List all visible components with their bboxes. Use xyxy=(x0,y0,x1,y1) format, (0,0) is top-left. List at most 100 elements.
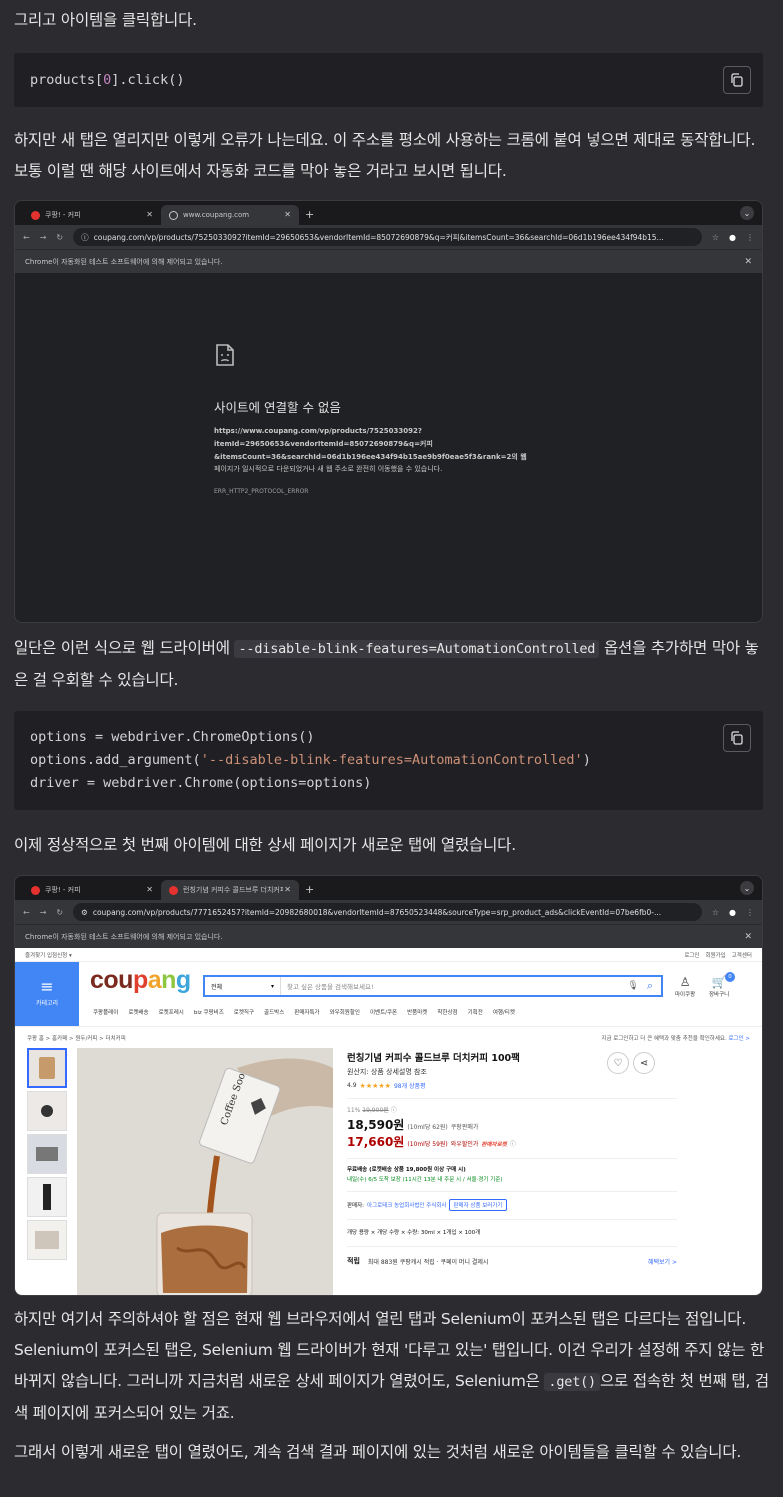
tab-strip: 쿠팡! - 커피 ✕ 런칭기념 커피수 콜드브루 더치커피 ✕ + ⌄ xyxy=(15,876,762,900)
mycoupang-link[interactable]: ♙ 마이쿠팡 xyxy=(675,976,695,998)
utility-left[interactable]: 즐겨찾기 입점신청 ▾ xyxy=(25,951,72,959)
microphone-icon[interactable]: 🎙 xyxy=(627,981,638,991)
tab-search-icon[interactable]: ⌄ xyxy=(740,881,754,895)
review-count-link[interactable]: 98개 상품평 xyxy=(394,1081,426,1090)
reload-icon[interactable]: ↻ xyxy=(56,233,63,242)
tab-title: www.coupang.com xyxy=(183,211,250,219)
profile-icon[interactable]: ● xyxy=(729,233,736,242)
share-icon[interactable]: ⋖ xyxy=(633,1052,655,1074)
tab-close-icon[interactable]: ✕ xyxy=(146,210,153,219)
nav-item[interactable]: 골드박스 xyxy=(264,1008,284,1016)
error-title: 사이트에 연결할 수 없음 xyxy=(214,400,341,415)
unit-price: (10ml당 62원) xyxy=(407,1124,448,1131)
bookmark-star-icon[interactable]: ☆ xyxy=(712,908,719,917)
product-thumbnail[interactable] xyxy=(27,1220,67,1260)
nav-item[interactable]: biz 쿠팡비즈 xyxy=(194,1008,224,1016)
nav-item[interactable]: 여행/티켓 xyxy=(493,1008,515,1016)
infobar-close-icon[interactable]: ✕ xyxy=(744,257,752,267)
product-thumbnail[interactable] xyxy=(27,1048,67,1088)
login-notice-link[interactable]: 로그인 > xyxy=(728,1036,750,1042)
nav-item[interactable]: 로켓프레시 xyxy=(159,1008,184,1016)
thumbnail-image xyxy=(36,1147,58,1161)
back-icon[interactable]: ← xyxy=(23,908,30,917)
nav-item[interactable]: 로켓직구 xyxy=(234,1008,254,1016)
coupang-product-page: 즐겨찾기 입점신청 ▾ 로그인 회원가입 고객센터 ≡ 카테고리 coupang… xyxy=(15,948,762,1295)
browser-window-error: 쿠팡! - 커피 ✕ www.coupang.com ✕ + ⌄ ← → ↻ ⓘ… xyxy=(14,200,763,623)
benefit-link[interactable]: 혜택보기 > xyxy=(648,1257,677,1266)
signup-link[interactable]: 회원가입 xyxy=(706,951,726,959)
menu-kebab-icon[interactable]: ⋮ xyxy=(746,233,754,242)
profile-icon[interactable]: ● xyxy=(729,908,736,917)
url-field[interactable]: ⓘ coupang.com/vp/products/7525033092?ite… xyxy=(73,228,702,246)
tab-coupang-product[interactable]: 런칭기념 커피수 콜드브루 더치커피 ✕ xyxy=(161,880,299,900)
url-field[interactable]: ⚙ coupang.com/vp/products/7771652457?ite… xyxy=(73,903,702,921)
search-category-select[interactable]: 전체 ▾ xyxy=(205,977,281,995)
info-icon[interactable]: ⓘ xyxy=(510,1139,516,1148)
tab-close-icon[interactable]: ✕ xyxy=(284,885,291,894)
product-thumbnail[interactable] xyxy=(27,1177,67,1217)
seller-rocket-badge: 판매자로켓 xyxy=(481,1142,507,1148)
product-thumbnail[interactable] xyxy=(27,1091,67,1131)
code-line: products[0].click() xyxy=(30,72,185,88)
tab-close-icon[interactable]: ✕ xyxy=(146,885,153,894)
info-icon[interactable]: ⓘ xyxy=(391,1107,397,1114)
coupang-favicon-icon xyxy=(169,885,178,895)
copy-button[interactable] xyxy=(723,724,751,752)
nav-item[interactable]: 기획전 xyxy=(468,1008,483,1016)
breadcrumb[interactable]: 쿠팡 홈 > 홈카페 > 원두/커피 > 더치커피 xyxy=(27,1034,126,1042)
nav-item[interactable]: 로켓배송 xyxy=(128,1008,148,1016)
search-icon[interactable]: ⌕ xyxy=(647,979,653,993)
search-bar: 전체 ▾ 찾고 싶은 상품을 검색해보세요! 🎙 ⌕ xyxy=(203,975,663,997)
nav-item[interactable]: 이벤트/쿠폰 xyxy=(370,1008,397,1016)
tab-coupang-search[interactable]: 쿠팡! - 커피 ✕ xyxy=(23,205,161,225)
coupang-favicon-icon xyxy=(31,885,40,895)
category-menu-button[interactable]: ≡ 카테고리 xyxy=(15,962,79,1026)
copy-button[interactable] xyxy=(723,66,751,94)
star-rating-icon: ★★★★★ xyxy=(359,1081,391,1090)
forward-icon[interactable]: → xyxy=(40,908,47,917)
coupang-logo[interactable]: coupang xyxy=(90,966,191,995)
nav-item[interactable]: 반품마켓 xyxy=(407,1008,427,1016)
nav-item[interactable]: 쿠팡플레이 xyxy=(93,1008,118,1016)
site-info-icon[interactable]: ⚙ xyxy=(81,908,88,917)
bookmark-star-icon[interactable]: ☆ xyxy=(712,233,719,242)
tab-strip: 쿠팡! - 커피 ✕ www.coupang.com ✕ + ⌄ xyxy=(15,201,762,225)
customer-center-link[interactable]: 고객센터 xyxy=(732,951,752,959)
hamburger-icon: ≡ xyxy=(40,977,54,996)
login-link[interactable]: 로그인 xyxy=(684,951,699,959)
tab-close-icon[interactable]: ✕ xyxy=(284,210,291,219)
thumbnail-image xyxy=(35,1231,59,1249)
utility-right: 로그인 회원가입 고객센터 xyxy=(684,951,752,959)
automation-infobar: Chrome이 자동화된 테스트 소프트웨어에 의해 제어되고 있습니다. ✕ xyxy=(15,249,762,273)
nav-item[interactable]: 와우회원할인 xyxy=(330,1008,360,1016)
rating-value: 4.9 xyxy=(347,1082,357,1089)
forward-icon[interactable]: → xyxy=(40,233,47,242)
infobar-close-icon[interactable]: ✕ xyxy=(744,932,752,942)
seller-products-button[interactable]: 판매자 상품 보러가기 xyxy=(449,1199,507,1211)
back-icon[interactable]: ← xyxy=(23,233,30,242)
new-tab-icon[interactable]: + xyxy=(305,883,314,896)
seller-name[interactable]: 아그로테크 농업회사법인 주식회사 xyxy=(367,1201,446,1209)
tab-coupang-search[interactable]: 쿠팡! - 커피 ✕ xyxy=(23,880,161,900)
nav-item[interactable]: 착한상점 xyxy=(437,1008,457,1016)
tab-search-icon[interactable]: ⌄ xyxy=(740,206,754,220)
cart-link[interactable]: 🛒 장바구니 0 xyxy=(709,972,735,998)
search-input[interactable]: 찾고 싶은 상품을 검색해보세요! xyxy=(281,981,627,991)
user-icon: ♙ xyxy=(679,975,691,989)
menu-kebab-icon[interactable]: ⋮ xyxy=(746,908,754,917)
discount-rate: 11% xyxy=(347,1107,361,1114)
browser-window-product: 쿠팡! - 커피 ✕ 런칭기념 커피수 콜드브루 더치커피 ✕ + ⌄ ← → … xyxy=(14,875,763,1296)
paragraph-focus-explanation: 하지만 여기서 주의하셔야 할 점은 현재 웹 브라우저에서 열린 탭과 Sel… xyxy=(14,1304,769,1429)
price-row: 18,590원 (10ml당 62원) 쿠팡판매가 xyxy=(347,1116,677,1133)
product-area: Coffee Soo 런칭기념 커피수 콜드브루 더치커피 100팩 원산지: … xyxy=(15,1048,762,1295)
nav-item[interactable]: 판매자특가 xyxy=(294,1008,319,1016)
heart-icon[interactable]: ♡ xyxy=(607,1052,629,1074)
tab-coupang-error[interactable]: www.coupang.com ✕ xyxy=(161,205,299,225)
new-tab-icon[interactable]: + xyxy=(305,208,314,221)
login-notice-text: 지금 로그인하고 더 큰 혜택과 맞춤 추천을 확인하세요. xyxy=(601,1035,727,1042)
product-thumbnail[interactable] xyxy=(27,1134,67,1174)
breadcrumb-row: 쿠팡 홈 > 홈카페 > 원두/커피 > 더치커피 지금 로그인하고 더 큰 혜… xyxy=(15,1026,762,1048)
main-product-image[interactable]: Coffee Soo xyxy=(77,1048,333,1295)
site-info-icon[interactable]: ⓘ xyxy=(81,232,89,243)
reload-icon[interactable]: ↻ xyxy=(56,908,63,917)
